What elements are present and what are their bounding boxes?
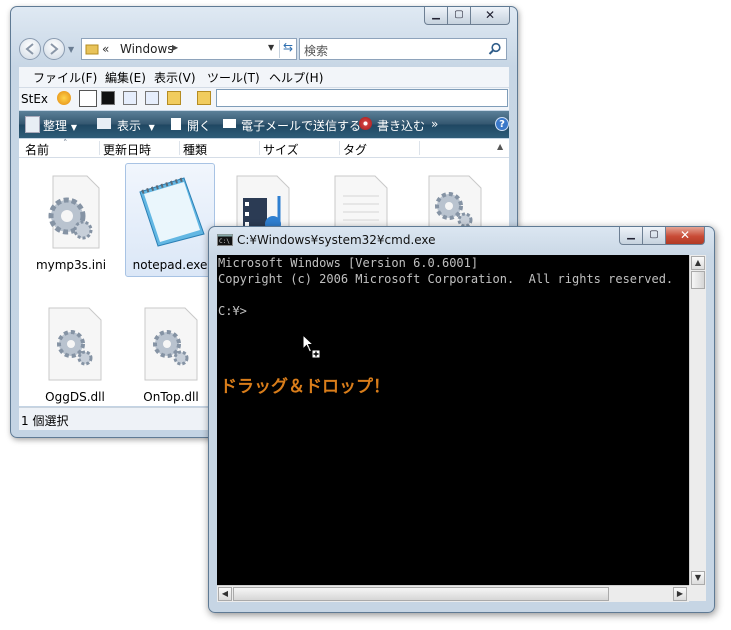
organize-button[interactable]: 整理 ▼ (43, 117, 77, 134)
console-output[interactable]: Microsoft Windows [Version 6.0.6001] Cop… (217, 255, 689, 585)
status-text: 1 個選択 (21, 414, 69, 428)
notepad-icon (139, 177, 205, 247)
stex-new-page-icon[interactable] (79, 90, 97, 107)
view-icon (97, 118, 111, 129)
scroll-thumb[interactable] (691, 271, 705, 289)
column-separator (99, 141, 100, 155)
command-bar: 整理 ▼ 表示 ▼ 開く 電子メールで送信する 書き込む » ? (19, 111, 509, 138)
address-bar[interactable]: « Windows ▶ ▼ ⇆ (81, 38, 297, 60)
close-button[interactable]: ✕ (665, 227, 705, 245)
burn-button[interactable]: 書き込む (377, 117, 425, 134)
organize-icon (25, 116, 40, 133)
horizontal-scrollbar[interactable]: ◀ ▶ (217, 585, 689, 602)
column-separator (419, 141, 420, 155)
help-icon[interactable]: ? (495, 117, 509, 131)
minimize-button[interactable]: ▁ (424, 7, 448, 25)
file-name: OnTop.dll (143, 390, 199, 404)
column-size[interactable]: サイズ (263, 141, 299, 158)
email-button[interactable]: 電子メールで送信する (241, 117, 361, 134)
open-button[interactable]: 開く (187, 117, 211, 134)
dll-gear-icon (144, 307, 198, 381)
menu-file[interactable]: ファイル(F) (33, 69, 97, 86)
burn-disc-icon (359, 117, 372, 130)
scroll-corner (689, 585, 705, 601)
cmd-window[interactable]: C:\ C:¥Windows¥system32¥cmd.exe ▁ ▢ ✕ Mi… (208, 226, 715, 613)
scroll-up-button[interactable]: ▲ (691, 256, 705, 270)
menu-bar: ファイル(F) 編集(E) 表示(V) ツール(T) ヘルプ(H) (19, 67, 509, 87)
open-icon (171, 118, 181, 130)
stex-console-icon[interactable] (101, 91, 115, 105)
console-prompt: C:¥> (218, 304, 247, 318)
console-line: Copyright (c) 2006 Microsoft Corporation… (218, 272, 674, 286)
scroll-right-button[interactable]: ▶ (673, 587, 687, 601)
search-input[interactable]: 検索 (304, 42, 328, 59)
column-separator (339, 141, 340, 155)
scroll-left-button[interactable]: ◀ (218, 587, 232, 601)
forward-button[interactable] (43, 38, 65, 60)
stex-file-name-icon[interactable] (123, 91, 137, 105)
file-name: OggDS.dll (45, 390, 105, 404)
column-type[interactable]: 種類 (183, 141, 207, 158)
view-button[interactable]: 表示 ▼ (117, 117, 155, 134)
sort-ascending-icon: ˄ (63, 139, 68, 149)
search-icon[interactable] (488, 42, 502, 56)
history-dropdown-icon[interactable]: ▼ (68, 45, 74, 54)
list-item[interactable]: OnTop.dll (127, 298, 215, 406)
column-name[interactable]: 名前 (25, 141, 49, 158)
menu-help[interactable]: ヘルプ(H) (269, 69, 323, 86)
breadcrumb-arrow-icon[interactable]: ▶ (172, 43, 178, 52)
drag-drop-annotation: ドラッグ＆ドロップ！ (220, 377, 390, 397)
stex-open-folder-icon[interactable] (167, 91, 181, 105)
address-text[interactable]: Windows (120, 42, 174, 56)
menu-view[interactable]: 表示(V) (154, 69, 196, 86)
scroll-down-button[interactable]: ▼ (691, 571, 705, 585)
refresh-icon[interactable]: ⇆ (279, 40, 296, 58)
maximize-button[interactable]: ▢ (447, 7, 471, 25)
column-separator (179, 141, 180, 155)
console-line: Microsoft Windows [Version 6.0.6001] (218, 256, 479, 270)
stex-full-path-icon[interactable] (145, 91, 159, 105)
address-dropdown-icon[interactable]: ▼ (268, 43, 274, 52)
column-date[interactable]: 更新日時 (103, 141, 151, 158)
forward-arrow-icon (50, 43, 59, 55)
stex-label: StEx (21, 92, 49, 106)
column-separator (259, 141, 260, 155)
email-icon (223, 119, 236, 128)
file-name: mymp3s.ini (35, 258, 107, 272)
view-label: 表示 (117, 119, 142, 133)
address-prefix: « (102, 42, 110, 56)
organize-label: 整理 (43, 119, 68, 133)
minimize-button[interactable]: ▁ (619, 227, 643, 245)
list-item[interactable]: mymp3s.ini (27, 166, 115, 278)
menu-edit[interactable]: 編集(E) (105, 69, 146, 86)
back-arrow-icon (25, 43, 34, 55)
list-item-selected[interactable]: notepad.exe (125, 163, 215, 277)
ini-gear-icon (48, 175, 100, 249)
back-button[interactable] (19, 38, 41, 60)
stex-folder-icon[interactable] (197, 91, 211, 105)
folder-icon (85, 44, 99, 55)
vertical-scrollbar[interactable]: ▲ ▼ (689, 255, 706, 601)
stex-command-input[interactable] (216, 89, 508, 107)
more-commands-button[interactable]: » (431, 117, 438, 131)
scroll-up-icon[interactable]: ▲ (497, 142, 503, 151)
dll-gear-icon (48, 307, 102, 381)
column-tags[interactable]: タグ (343, 141, 367, 158)
drag-copy-cursor-icon (302, 334, 321, 359)
horizontal-scroll-thumb[interactable] (233, 587, 609, 601)
window-title: C:¥Windows¥system32¥cmd.exe (237, 233, 436, 247)
list-item[interactable]: OggDS.dll (31, 298, 119, 406)
svg-text:C:\: C:\ (219, 238, 230, 245)
console-app-icon: C:\ (217, 234, 233, 246)
file-name: notepad.exe (132, 258, 208, 272)
close-button[interactable]: ✕ (470, 7, 510, 25)
search-box[interactable]: 検索 (299, 38, 507, 60)
menu-tools[interactable]: ツール(T) (207, 69, 260, 86)
column-header: 名前 ˄ 更新日時 種類 サイズ タグ ▲ (19, 139, 509, 158)
stex-settings-icon[interactable] (57, 91, 71, 105)
maximize-button[interactable]: ▢ (642, 227, 666, 245)
